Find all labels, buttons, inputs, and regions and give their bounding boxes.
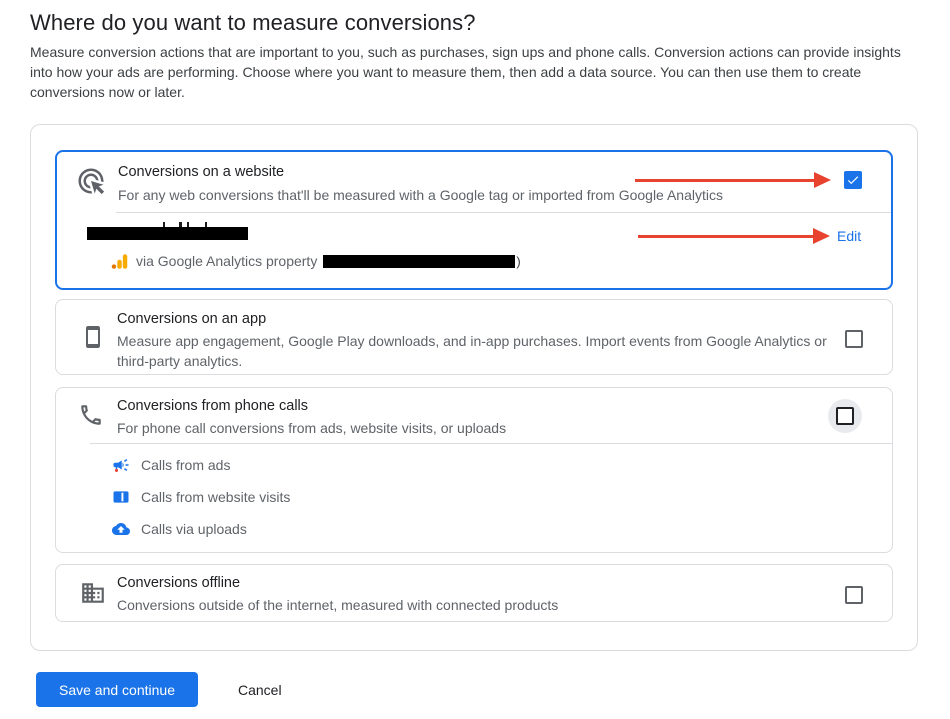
edit-link[interactable]: Edit bbox=[837, 228, 861, 244]
checkbox-hover-ring bbox=[828, 399, 862, 433]
phone-calls-checkbox[interactable] bbox=[836, 407, 854, 425]
option-conversions-offline[interactable]: Conversions offline Conversions outside … bbox=[55, 564, 893, 622]
save-and-continue-button[interactable]: Save and continue bbox=[36, 672, 198, 707]
page-title: Where do you want to measure conversions… bbox=[30, 10, 476, 36]
google-analytics-icon bbox=[110, 252, 129, 271]
phone-call-icon bbox=[78, 402, 104, 428]
analytics-property-row: via Google Analytics property ) bbox=[110, 251, 521, 271]
sub-item-calls-from-ads: Calls from ads bbox=[112, 455, 230, 475]
conversion-sources-card: Conversions on a website For any web con… bbox=[30, 124, 918, 651]
option-conversions-phone-calls[interactable]: Conversions from phone calls For phone c… bbox=[55, 387, 893, 553]
divider bbox=[116, 212, 891, 213]
option-description: Measure app engagement, Google Play down… bbox=[117, 331, 839, 371]
cloud-upload-icon bbox=[112, 520, 130, 538]
redaction-remnant: ) bbox=[516, 254, 520, 269]
conversion-measurement-page: Where do you want to measure conversions… bbox=[0, 0, 950, 719]
offline-checkbox[interactable] bbox=[845, 586, 863, 604]
website-visits-icon bbox=[112, 488, 130, 506]
campaign-icon bbox=[112, 456, 130, 474]
option-title: Conversions from phone calls bbox=[117, 398, 308, 414]
sub-item-label: Calls via uploads bbox=[141, 521, 247, 537]
option-title: Conversions on a website bbox=[118, 164, 284, 180]
analytics-property-label: via Google Analytics property bbox=[136, 253, 317, 269]
smartphone-icon bbox=[81, 323, 105, 351]
sub-item-label: Calls from website visits bbox=[141, 489, 290, 505]
website-checkbox[interactable] bbox=[844, 171, 862, 189]
app-checkbox[interactable] bbox=[845, 330, 863, 348]
redacted-property-id bbox=[323, 255, 515, 268]
option-conversions-website[interactable]: Conversions on a website For any web con… bbox=[55, 150, 893, 290]
page-description: Measure conversion actions that are impo… bbox=[30, 42, 922, 102]
redacted-conversion-source bbox=[87, 227, 248, 240]
cancel-button[interactable]: Cancel bbox=[236, 672, 284, 707]
option-description: For phone call conversions from ads, web… bbox=[117, 418, 506, 438]
annotation-arrow-to-edit bbox=[638, 228, 830, 244]
ads-click-icon bbox=[76, 166, 106, 196]
sub-item-calls-from-website-visits: Calls from website visits bbox=[112, 487, 290, 507]
annotation-arrow-to-checkbox bbox=[635, 172, 831, 188]
building-icon bbox=[80, 580, 106, 606]
sub-item-calls-via-uploads: Calls via uploads bbox=[112, 519, 247, 539]
option-title: Conversions offline bbox=[117, 575, 240, 591]
option-title: Conversions on an app bbox=[117, 311, 266, 327]
checkmark-icon bbox=[846, 173, 860, 187]
option-description: For any web conversions that'll be measu… bbox=[118, 185, 723, 205]
option-description: Conversions outside of the internet, mea… bbox=[117, 595, 558, 615]
sub-item-label: Calls from ads bbox=[141, 457, 230, 473]
divider bbox=[90, 443, 892, 444]
option-conversions-app[interactable]: Conversions on an app Measure app engage… bbox=[55, 299, 893, 375]
